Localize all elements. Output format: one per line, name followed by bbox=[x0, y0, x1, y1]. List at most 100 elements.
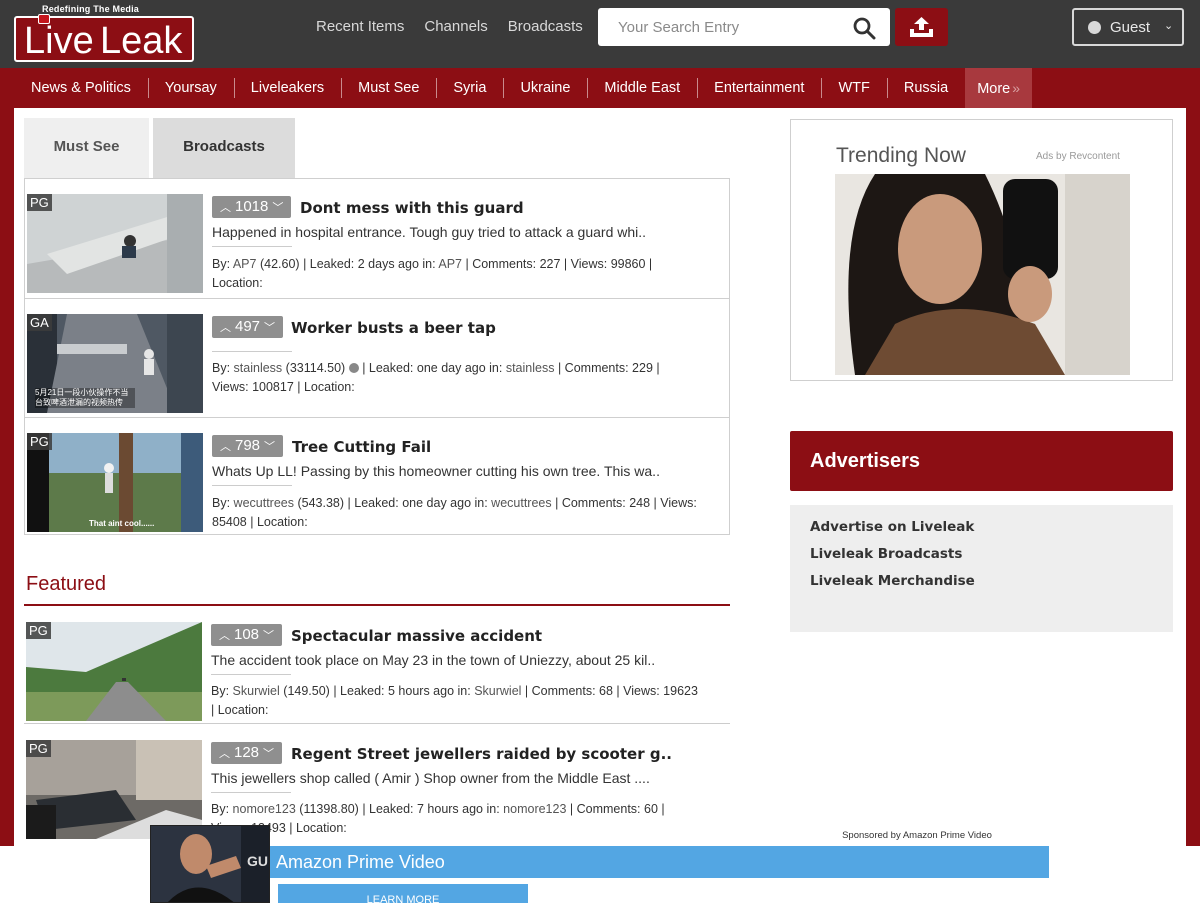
link-advertise[interactable]: Advertise on Liveleak bbox=[810, 519, 974, 535]
tab-broadcasts[interactable]: Broadcasts bbox=[153, 118, 295, 178]
thumbnail-caption: That aint cool...... bbox=[89, 519, 155, 528]
vote-count: 1018 bbox=[235, 198, 269, 215]
featured-heading: Featured bbox=[26, 573, 107, 595]
category-news-politics[interactable]: News & Politics bbox=[14, 68, 148, 108]
chevron-up-icon: ︿ bbox=[220, 202, 231, 214]
trending-heading: Trending Now bbox=[836, 144, 966, 167]
logo-tagline: Redefining The Media bbox=[42, 4, 140, 14]
link-merchandise[interactable]: Liveleak Merchandise bbox=[810, 573, 975, 589]
category-must-see[interactable]: Must See bbox=[341, 68, 436, 108]
category-liveleakers[interactable]: Liveleakers bbox=[233, 68, 341, 108]
search-input[interactable] bbox=[598, 8, 838, 46]
category-wtf[interactable]: WTF bbox=[821, 68, 886, 108]
vote-button[interactable]: ︿ 108 ﹀ bbox=[211, 624, 283, 646]
user-score: (33114.50) bbox=[285, 361, 346, 375]
user-icon bbox=[1088, 21, 1101, 34]
ads-by-label[interactable]: Ads by Revcontent bbox=[1036, 151, 1120, 162]
liveleak-logo[interactable]: Redefining The Media Live Leak bbox=[14, 4, 194, 62]
chevron-up-icon: ︿ bbox=[219, 630, 230, 642]
vote-button[interactable]: ︿ 798 ﹀ bbox=[212, 435, 284, 457]
vote-count: 798 bbox=[235, 437, 261, 454]
nav-channels[interactable]: Channels bbox=[424, 18, 487, 35]
channel-link[interactable]: stainless bbox=[506, 361, 555, 375]
thumbnail-image bbox=[27, 433, 203, 532]
guest-dropdown[interactable]: Guest ⌄ bbox=[1072, 8, 1184, 46]
video-title[interactable]: Regent Street jewellers raided by scoote… bbox=[291, 745, 672, 763]
video-views-location: 85408 | Location: bbox=[212, 515, 308, 529]
trending-image[interactable] bbox=[835, 174, 1130, 375]
learn-more-button[interactable]: LEARN MORE bbox=[278, 884, 528, 903]
video-location: Location: bbox=[212, 276, 263, 290]
category-more[interactable]: More» bbox=[965, 68, 1033, 108]
vote-button[interactable]: ︿ 1018 ﹀ bbox=[212, 196, 292, 218]
category-middle-east[interactable]: Middle East bbox=[587, 68, 697, 108]
page-frame-left bbox=[0, 108, 14, 848]
advertisers-links: Advertise on Liveleak Liveleak Broadcast… bbox=[790, 505, 1173, 632]
category-syria[interactable]: Syria bbox=[436, 68, 503, 108]
vote-button[interactable]: ︿ 128 ﹀ bbox=[211, 742, 283, 764]
video-title[interactable]: Dont mess with this guard bbox=[300, 199, 524, 217]
channel-link[interactable]: AP7 bbox=[438, 257, 462, 271]
video-thumbnail[interactable]: PG bbox=[26, 622, 202, 721]
category-russia[interactable]: Russia bbox=[886, 68, 965, 108]
video-thumbnail[interactable]: PG bbox=[27, 194, 203, 293]
category-yoursay[interactable]: Yoursay bbox=[147, 68, 234, 108]
link-broadcasts[interactable]: Liveleak Broadcasts bbox=[810, 546, 962, 562]
chevron-right-icon: » bbox=[1012, 80, 1021, 96]
chevron-down-icon: ﹀ bbox=[263, 630, 275, 642]
thumbnail-image bbox=[27, 194, 203, 293]
chevron-up-icon: ︿ bbox=[220, 322, 231, 334]
vote-count: 128 bbox=[234, 744, 260, 761]
video-thumbnail[interactable]: GA 5月21日一段小伙操作不当 台致啤酒泄漏的视频热传 bbox=[27, 314, 203, 413]
trending-widget: Trending Now Ads by Revcontent bbox=[790, 119, 1173, 381]
meta-by: By: bbox=[212, 361, 234, 375]
ad-title[interactable]: Amazon Prime Video bbox=[276, 852, 445, 873]
channel-link[interactable]: wecuttrees bbox=[491, 496, 551, 510]
video-title[interactable]: Spectacular massive accident bbox=[291, 627, 542, 645]
category-entertainment[interactable]: Entertainment bbox=[697, 68, 821, 108]
user-link[interactable]: AP7 bbox=[233, 257, 257, 271]
channel-link[interactable]: nomore123 bbox=[503, 802, 566, 816]
video-meta: By: nomore123 (11398.80) | Leaked: 7 hou… bbox=[211, 800, 721, 838]
leaked-time: | Leaked: 2 days ago in: bbox=[303, 257, 439, 271]
user-link[interactable]: Skurwiel bbox=[233, 684, 280, 698]
nav-broadcasts[interactable]: Broadcasts bbox=[508, 18, 583, 35]
category-bar: News & Politics Yoursay Liveleakers Must… bbox=[0, 68, 1200, 108]
chevron-down-icon: ﹀ bbox=[263, 748, 275, 760]
search-icon[interactable] bbox=[852, 16, 876, 40]
user-link[interactable]: stainless bbox=[234, 361, 283, 375]
vote-button[interactable]: ︿ 497 ﹀ bbox=[212, 316, 284, 338]
rating-badge: PG bbox=[26, 622, 51, 639]
user-link[interactable]: wecuttrees bbox=[234, 496, 294, 510]
divider bbox=[212, 351, 292, 352]
nav-recent-items[interactable]: Recent Items bbox=[316, 18, 404, 35]
user-link[interactable]: nomore123 bbox=[233, 802, 296, 816]
upload-button[interactable] bbox=[895, 8, 948, 46]
leaked-time: | Leaked: one day ago in: bbox=[362, 361, 506, 375]
user-score: (543.38) bbox=[297, 496, 345, 510]
video-title[interactable]: Tree Cutting Fail bbox=[292, 438, 431, 456]
chevron-down-icon: ﹀ bbox=[272, 202, 284, 214]
video-stats: | Comments: 227 | Views: 99860 | bbox=[465, 257, 653, 271]
divider bbox=[211, 792, 291, 793]
tab-must-see[interactable]: Must See bbox=[24, 118, 149, 178]
page-frame-right bbox=[1186, 108, 1200, 848]
video-meta: By: wecuttrees (543.38) | Leaked: one da… bbox=[212, 494, 722, 532]
video-meta: By: stainless (33114.50) | Leaked: one d… bbox=[212, 359, 722, 397]
video-thumbnail[interactable]: PG That aint cool...... bbox=[27, 433, 203, 532]
video-stats: | Comments: 60 | bbox=[569, 802, 665, 816]
logo-leak-text: Leak bbox=[100, 20, 183, 62]
ad-sponsor-label: Sponsored by Amazon Prime Video bbox=[832, 828, 1002, 846]
top-nav: Recent Items Channels Broadcasts bbox=[316, 18, 583, 35]
chevron-up-icon: ︿ bbox=[219, 748, 230, 760]
meta-by: By: bbox=[211, 684, 233, 698]
ad-image[interactable]: GU bbox=[150, 825, 270, 903]
rating-badge: GA bbox=[27, 314, 52, 331]
chevron-down-icon: ﹀ bbox=[264, 441, 276, 453]
category-ukraine[interactable]: Ukraine bbox=[503, 68, 587, 108]
channel-link[interactable]: Skurwiel bbox=[474, 684, 521, 698]
video-description: Happened in hospital entrance. Tough guy… bbox=[212, 224, 647, 240]
video-meta: By: Skurwiel (149.50) | Leaked: 5 hours … bbox=[211, 682, 721, 720]
meta-by: By: bbox=[212, 257, 233, 271]
video-title[interactable]: Worker busts a beer tap bbox=[291, 319, 496, 337]
